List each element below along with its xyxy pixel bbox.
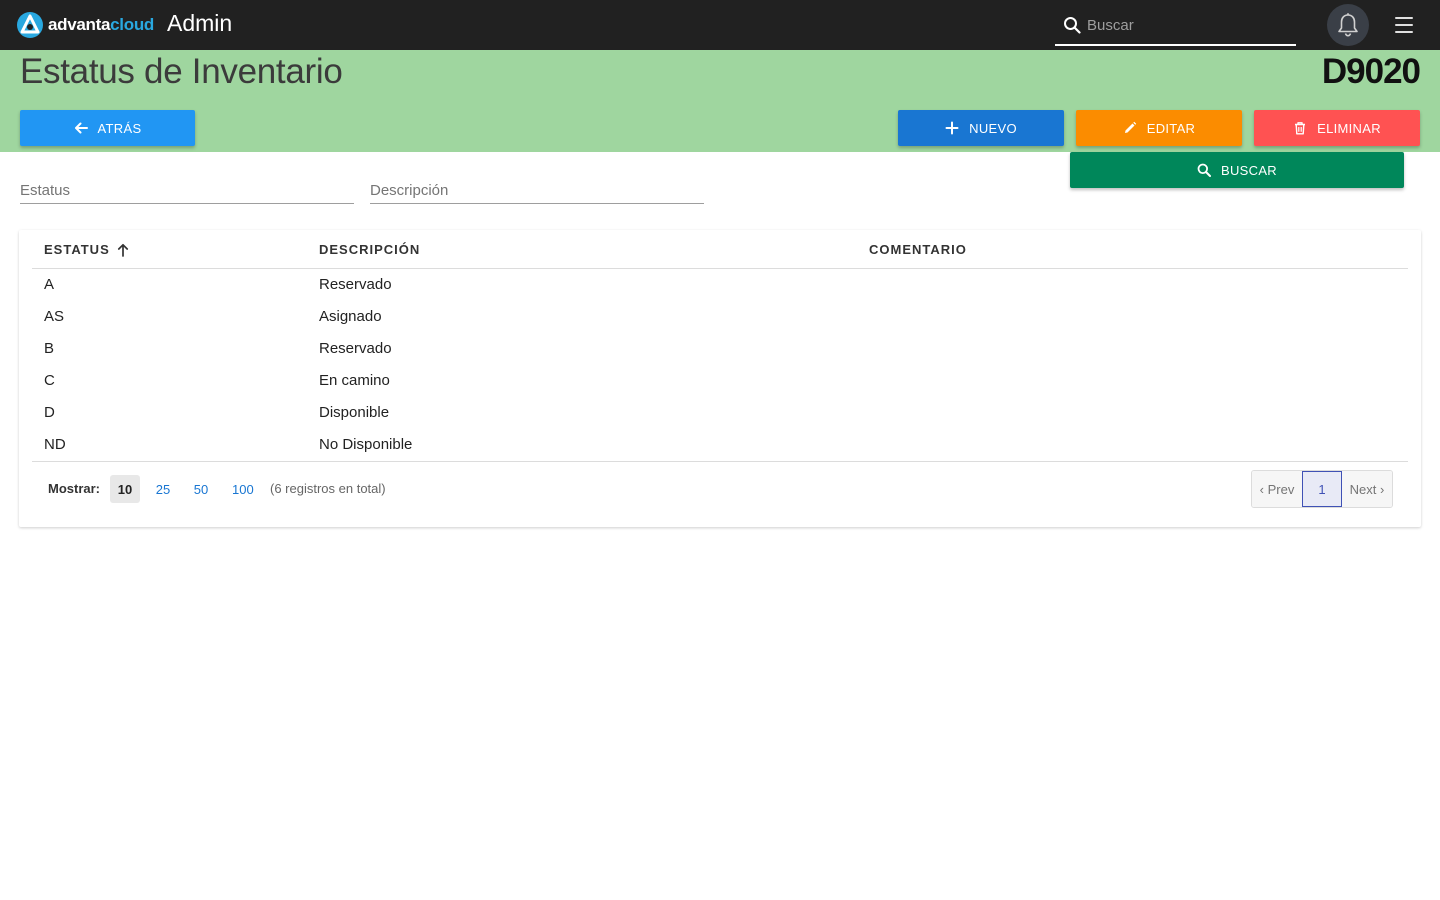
table-body: A Reservado AS Asignado B Reservado C En…: [32, 269, 1408, 462]
cell-description: No Disponible: [319, 436, 413, 453]
search-button[interactable]: BUSCAR: [1070, 152, 1404, 188]
status-filter: [20, 178, 354, 204]
new-button[interactable]: NUEVO: [898, 110, 1064, 146]
cell-description: Reservado: [319, 340, 392, 357]
page-size-label: Mostrar:: [48, 481, 101, 496]
prev-page-button[interactable]: ‹ Prev: [1252, 471, 1302, 507]
search-icon: [1064, 17, 1081, 34]
table-header: ESTATUS DESCRIPCIÓN COMENTARIO: [32, 230, 1408, 269]
cell-status: ND: [44, 436, 66, 453]
edit-button-label: EDITAR: [1146, 120, 1196, 136]
app-title: Admin: [167, 10, 233, 36]
table-row[interactable]: D Disponible: [32, 397, 1408, 429]
new-button-label: NUEVO: [969, 120, 1017, 136]
page-size-100[interactable]: 100: [226, 475, 260, 503]
arrow-left-icon: [74, 122, 88, 134]
search-button-label: BUSCAR: [1221, 162, 1277, 178]
pencil-icon: [1124, 121, 1136, 133]
page-size-50[interactable]: 50: [186, 475, 216, 503]
global-search-input[interactable]: [1087, 12, 1287, 38]
cell-status: C: [44, 372, 55, 389]
description-filter-input[interactable]: [370, 178, 704, 202]
table-row[interactable]: A Reservado: [32, 269, 1408, 301]
next-page-button[interactable]: Next ›: [1342, 471, 1392, 507]
page-size-25[interactable]: 25: [148, 475, 178, 503]
search-icon: [1197, 163, 1211, 177]
top-navbar: advantacloud Admin: [0, 0, 1440, 50]
back-button-label: ATRÁS: [97, 120, 142, 136]
table-row[interactable]: AS Asignado: [32, 301, 1408, 333]
cell-description: Reservado: [319, 276, 392, 293]
back-button[interactable]: ATRÁS: [20, 110, 195, 146]
brand-logo[interactable]: advantacloud: [16, 11, 154, 39]
edit-button[interactable]: EDITAR: [1076, 110, 1242, 146]
notifications-button[interactable]: [1327, 4, 1369, 46]
plus-icon: [945, 121, 959, 135]
page-size-10[interactable]: 10: [110, 475, 140, 503]
bell-icon: [1338, 13, 1358, 37]
description-filter: [370, 178, 704, 204]
column-header-status[interactable]: ESTATUS: [44, 242, 130, 257]
trash-icon: [1295, 122, 1306, 135]
delete-button-label: ELIMINAR: [1317, 120, 1381, 136]
cell-status: AS: [44, 308, 65, 325]
status-filter-input[interactable]: [20, 178, 354, 202]
cell-description: Disponible: [319, 404, 390, 421]
pagination: ‹ Prev 1 Next ›: [1251, 470, 1393, 508]
hamburger-menu-icon[interactable]: [1392, 16, 1416, 34]
cell-status: D: [44, 404, 55, 421]
table-row[interactable]: B Reservado: [32, 333, 1408, 365]
cell-description: En camino: [319, 372, 390, 389]
sort-ascending-icon: [117, 243, 128, 257]
table-row[interactable]: C En camino: [32, 365, 1408, 397]
logo-icon: [17, 12, 43, 38]
column-header-comment[interactable]: COMENTARIO: [869, 242, 967, 257]
cell-description: Asignado: [319, 308, 382, 325]
page-1-button[interactable]: 1: [1302, 471, 1342, 507]
page-title: Estatus de Inventario: [20, 52, 343, 91]
table-row[interactable]: ND No Disponible: [32, 429, 1408, 461]
delete-button[interactable]: ELIMINAR: [1254, 110, 1420, 146]
cell-status: B: [44, 340, 55, 357]
column-header-description[interactable]: DESCRIPCIÓN: [319, 242, 420, 257]
logo-text: advantacloud: [48, 15, 154, 34]
page-code: D9020: [1321, 52, 1421, 91]
global-search: [1055, 6, 1296, 46]
cell-status: A: [44, 276, 55, 293]
total-records: (6 registros en total): [270, 481, 386, 496]
results-card: ESTATUS DESCRIPCIÓN COMENTARIO A Reserva…: [19, 230, 1421, 527]
